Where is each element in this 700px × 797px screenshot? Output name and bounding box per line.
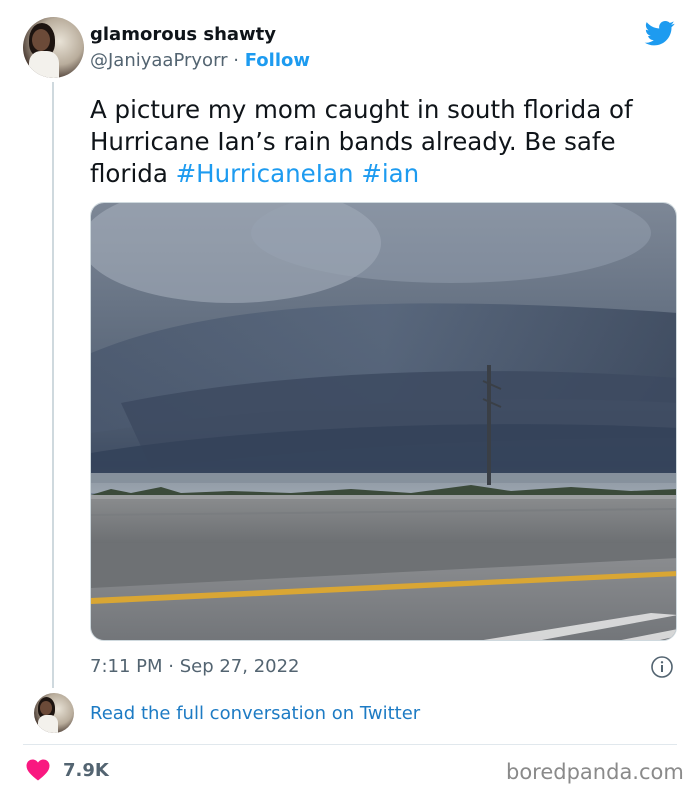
hurricane-storm-photo bbox=[91, 203, 676, 640]
tweet-timestamp[interactable]: 7:11 PM · Sep 27, 2022 bbox=[90, 656, 300, 677]
thread-line bbox=[52, 82, 54, 688]
twitter-bird-icon[interactable] bbox=[643, 18, 677, 48]
handle-separator: · bbox=[227, 50, 245, 71]
tweet-text: A picture my mom caught in south florida… bbox=[90, 94, 670, 190]
source-watermark: boredpanda.com bbox=[506, 760, 684, 784]
reply-avatar[interactable] bbox=[34, 693, 74, 733]
tweet-photo[interactable] bbox=[90, 202, 677, 641]
follow-button[interactable]: Follow bbox=[245, 50, 310, 71]
author-display-name[interactable]: glamorous shawty bbox=[90, 24, 276, 45]
tweet-card: glamorous shawty @JaniyaaPryorr · Follow… bbox=[0, 0, 700, 797]
like-count: 7.9K bbox=[63, 760, 109, 781]
hashtag-ian[interactable]: #ian bbox=[361, 159, 419, 188]
heart-icon[interactable] bbox=[26, 759, 50, 781]
footer-divider bbox=[23, 744, 677, 745]
read-full-conversation-link[interactable]: Read the full conversation on Twitter bbox=[90, 703, 420, 724]
hashtag-hurricaneian[interactable]: #HurricaneIan bbox=[176, 159, 354, 188]
author-avatar[interactable] bbox=[23, 17, 84, 78]
author-handle-row: @JaniyaaPryorr · Follow bbox=[90, 50, 310, 71]
info-icon[interactable] bbox=[650, 655, 674, 679]
author-handle[interactable]: @JaniyaaPryorr bbox=[90, 50, 228, 71]
